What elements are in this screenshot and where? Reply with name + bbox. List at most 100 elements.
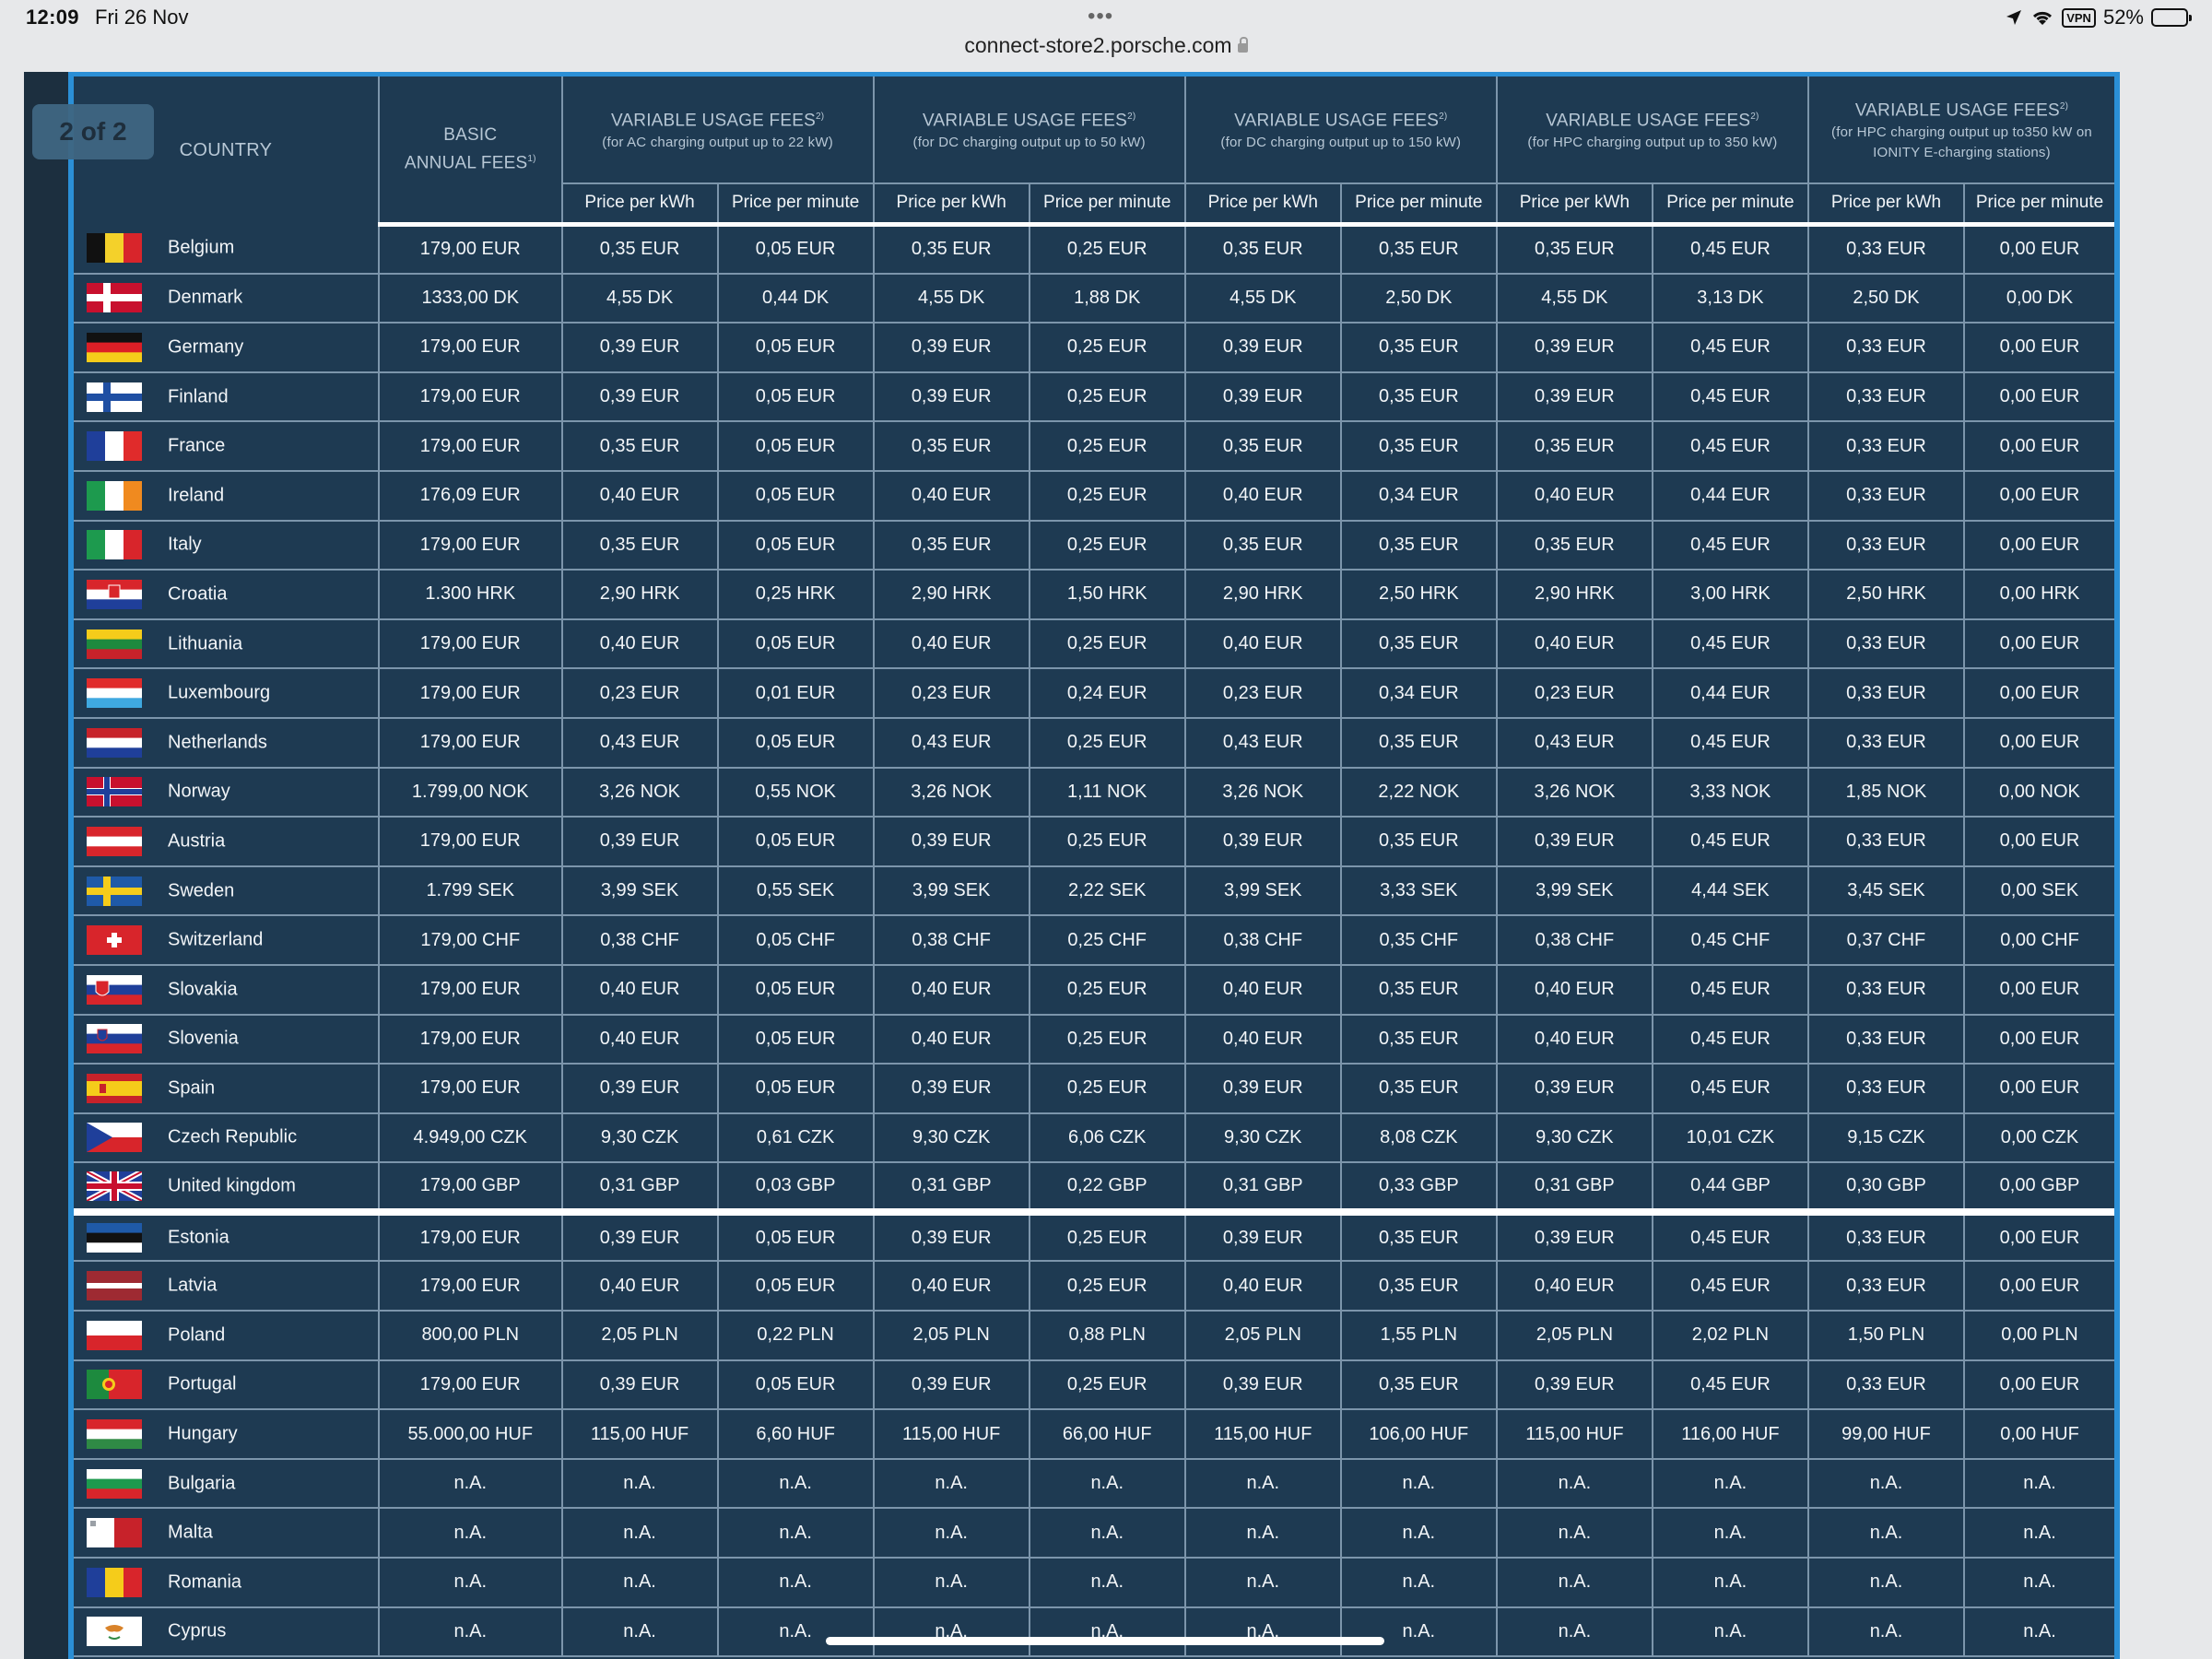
country-cell: Austria — [74, 817, 380, 867]
usage-fee-cell: 0,35 EUR — [1340, 520, 1498, 571]
usage-fee-cell: 0,39 EUR — [873, 817, 1030, 867]
usage-fee-cell: 9,30 CZK — [873, 1112, 1030, 1164]
usage-fee-cell: n.A. — [561, 1558, 719, 1608]
usage-fee-cell: 0,39 EUR — [561, 323, 719, 373]
usage-fee-cell: n.A. — [1964, 1508, 2114, 1559]
basic-annual-fee-cell: 176,09 EUR — [378, 470, 563, 522]
usage-fee-cell: n.A. — [1340, 1606, 1498, 1658]
usage-fee-cell: 0,35 EUR — [1184, 224, 1342, 275]
usage-fee-cell: n.A. — [873, 1458, 1030, 1510]
usage-fee-cell: 0,00 EUR — [1964, 1064, 2114, 1114]
usage-fee-cell: 3,99 SEK — [873, 865, 1030, 917]
usage-fee-cell: n.A. — [1964, 1558, 2114, 1608]
usage-fee-cell: 99,00 HUF — [1807, 1409, 1966, 1460]
country-name: Netherlands — [168, 732, 267, 753]
usage-fee-cell: n.A. — [1964, 1458, 2114, 1510]
usage-fee-cell: 0,22 PLN — [717, 1311, 875, 1361]
usage-fee-cell: 0,39 EUR — [1184, 1211, 1342, 1263]
country-cell: Romania — [74, 1558, 380, 1608]
flag-belgium-icon — [87, 233, 142, 264]
usage-fee-cell: 0,00 EUR — [1964, 1014, 2114, 1065]
table-row: Finland 179,00 EUR 0,39 EUR 0,05 EUR 0,39 EU… — [74, 371, 2114, 423]
usage-fee-cell: 9,30 CZK — [561, 1112, 719, 1164]
header-group-dc-50kw: VARIABLE USAGE FEES2) (for DC charging o… — [873, 76, 1186, 183]
usage-fee-cell: 106,00 HUF — [1340, 1409, 1498, 1460]
basic-annual-fee-cell: 179,00 EUR — [378, 421, 563, 472]
flag-latvia-icon — [87, 1271, 142, 1301]
table-row: Malta n.A. n.A. n.A. n.A. n.A. n.A. n.A. n.A. n.A… — [74, 1508, 2114, 1559]
usage-fee-cell: 0,33 EUR — [1807, 520, 1966, 571]
usage-fee-cell: 0,00 SEK — [1964, 865, 2114, 917]
flag-romania-icon — [87, 1567, 142, 1597]
usage-fee-cell: n.A. — [1184, 1558, 1342, 1608]
home-indicator[interactable] — [826, 1637, 1384, 1645]
usage-fee-cell: n.A. — [1184, 1508, 1342, 1559]
table-row: Poland 800,00 PLN 2,05 PLN 0,22 PLN 2,05 PLN… — [74, 1311, 2114, 1361]
usage-fee-cell: 0,00 EUR — [1964, 1359, 2114, 1411]
usage-fee-cell: 0,40 EUR — [1184, 618, 1342, 670]
usage-fee-cell: 0,40 EUR — [1184, 470, 1342, 522]
flag-germany-icon — [87, 332, 142, 362]
usage-fee-cell: 115,00 HUF — [561, 1409, 719, 1460]
country-name: Sweden — [168, 880, 235, 901]
usage-fee-cell: 0,34 EUR — [1340, 470, 1498, 522]
country-cell: Sweden — [74, 865, 380, 917]
country-cell: Slovakia — [74, 964, 380, 1016]
basic-annual-fee-cell: 1.300 HRK — [378, 570, 563, 620]
usage-fee-cell: 0,23 EUR — [873, 668, 1030, 719]
usage-fee-cell: 0,40 EUR — [873, 964, 1030, 1016]
usage-fee-cell: 0,00 EUR — [1964, 668, 2114, 719]
country-name: Switzerland — [168, 929, 264, 950]
usage-fee-cell: 0,23 EUR — [1184, 668, 1342, 719]
usage-fee-cell: 0,39 EUR — [1184, 1359, 1342, 1411]
usage-fee-cell: 0,05 EUR — [717, 421, 875, 472]
usage-fee-cell: 0,03 GBP — [717, 1162, 875, 1216]
table-row: Slovakia 179,00 EUR 0,40 EUR 0,05 EUR 0,40 E… — [74, 964, 2114, 1016]
usage-fee-cell: n.A. — [1340, 1558, 1498, 1608]
usage-fee-cell: 0,05 EUR — [717, 964, 875, 1016]
usage-fee-cell: 0,40 EUR — [1496, 1014, 1653, 1065]
usage-fee-cell: 0,40 EUR — [1496, 1261, 1653, 1312]
usage-fee-cell: 0,61 CZK — [717, 1112, 875, 1164]
basic-annual-fee-cell: 179,00 EUR — [378, 618, 563, 670]
usage-fee-cell: 0,44 EUR — [1652, 668, 1809, 719]
usage-fee-cell: 0,33 EUR — [1807, 717, 1966, 769]
country-cell: Norway — [74, 767, 380, 818]
usage-fee-cell: 115,00 HUF — [873, 1409, 1030, 1460]
address-bar[interactable]: connect-store2.porsche.com — [0, 33, 2212, 58]
usage-fee-cell: 0,00 EUR — [1964, 421, 2114, 472]
basic-annual-fee-cell: 179,00 EUR — [378, 371, 563, 423]
usage-fee-cell: 1,11 NOK — [1029, 767, 1186, 818]
usage-fee-cell: 0,05 EUR — [717, 1211, 875, 1263]
usage-fee-cell: 0,40 EUR — [873, 470, 1030, 522]
country-name: Latvia — [168, 1275, 218, 1296]
battery-percent: 52% — [2102, 6, 2144, 29]
country-name: Malta — [168, 1522, 213, 1543]
usage-fee-cell: 0,00 DK — [1964, 273, 2114, 324]
basic-annual-fee-cell: n.A. — [378, 1508, 563, 1559]
header-group-ac-22kw: VARIABLE USAGE FEES2) (for AC charging o… — [561, 76, 875, 183]
usage-fee-cell: 0,31 GBP — [561, 1162, 719, 1216]
usage-fee-cell: 115,00 HUF — [1184, 1409, 1342, 1460]
usage-fee-cell: n.A. — [1807, 1606, 1966, 1658]
header-price-per-minute: Price per minute — [1964, 182, 2114, 227]
country-cell: Denmark — [74, 273, 380, 324]
usage-fee-cell: 0,39 EUR — [561, 371, 719, 423]
usage-fee-cell: 0,45 EUR — [1652, 520, 1809, 571]
table-row: Austria 179,00 EUR 0,39 EUR 0,05 EUR 0,39 EU… — [74, 817, 2114, 867]
multitasking-dots-icon[interactable]: ••• — [1088, 4, 1113, 29]
table-row: Switzerland 179,00 CHF 0,38 CHF 0,05 CHF 0,3… — [74, 915, 2114, 966]
usage-fee-cell: 1,55 PLN — [1340, 1311, 1498, 1361]
usage-fee-cell: 0,45 EUR — [1652, 1359, 1809, 1411]
usage-fee-cell: 0,33 EUR — [1807, 323, 1966, 373]
usage-fee-cell: 2,50 DK — [1807, 273, 1966, 324]
usage-fee-cell: 0,05 EUR — [717, 470, 875, 522]
country-cell: Croatia — [74, 570, 380, 620]
usage-fee-cell: n.A. — [717, 1458, 875, 1510]
usage-fee-cell: 0,45 EUR — [1652, 224, 1809, 275]
usage-fee-cell: 0,45 CHF — [1652, 915, 1809, 966]
country-name: Bulgaria — [168, 1473, 236, 1494]
usage-fee-cell: n.A. — [1496, 1508, 1653, 1559]
usage-fee-cell: 0,39 EUR — [873, 1211, 1030, 1263]
usage-fee-cell: n.A. — [1652, 1558, 1809, 1608]
